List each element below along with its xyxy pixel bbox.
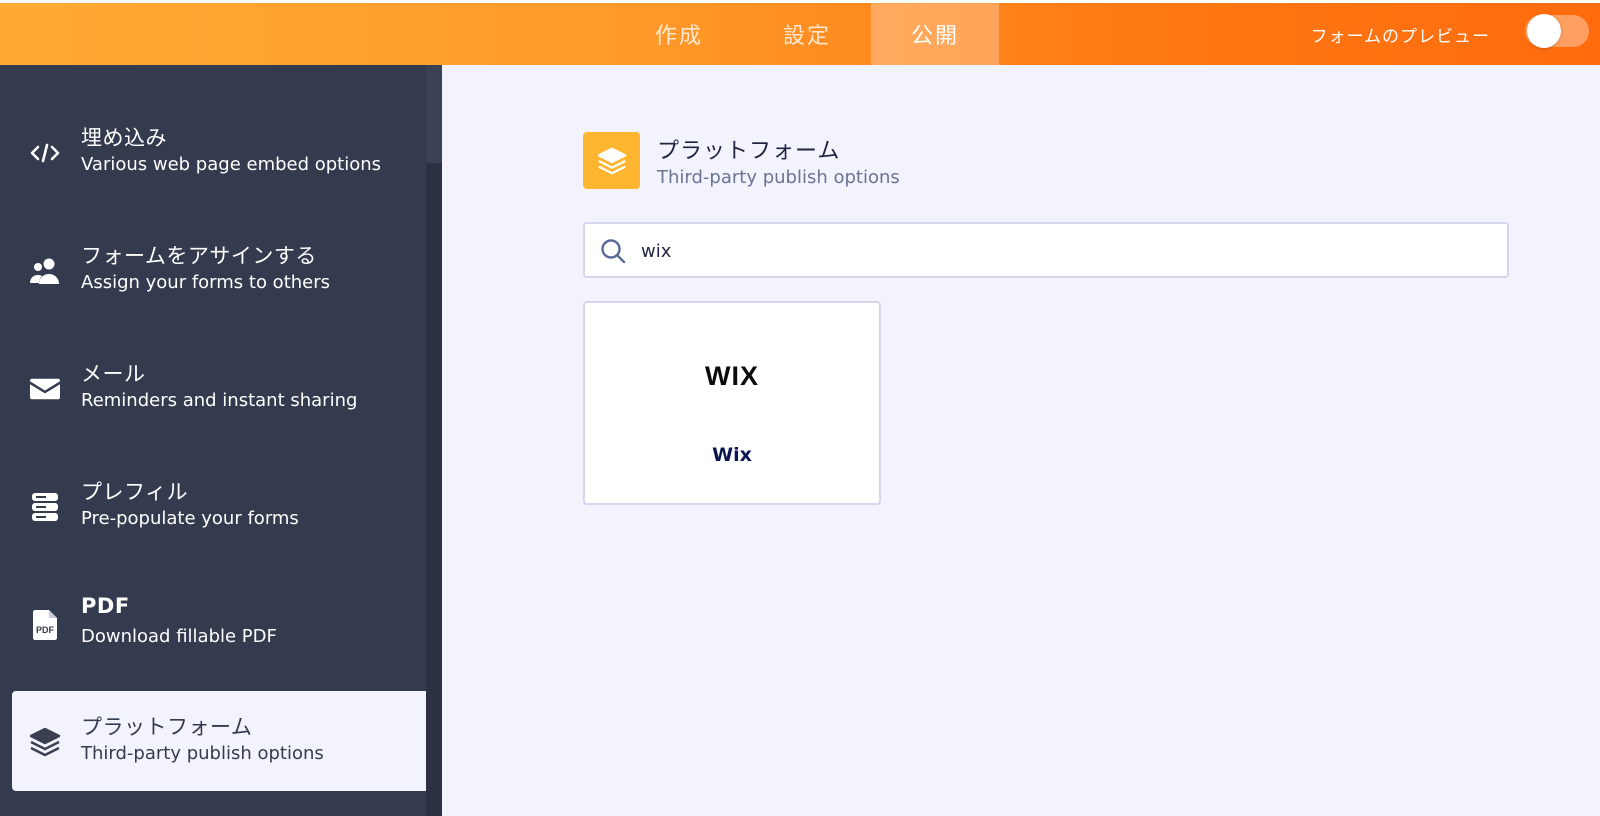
layers-icon xyxy=(28,725,62,759)
sidebar-item-title: プラットフォーム xyxy=(81,715,253,739)
platform-card-wix[interactable]: WIX Wix xyxy=(583,301,881,505)
wix-logo: WIX xyxy=(705,361,759,391)
sidebar-item-subtitle: Various web page embed options xyxy=(81,154,382,175)
sidebar-item-title: プレフィル xyxy=(81,480,189,504)
sidebar-item-subtitle: Download fillable PDF xyxy=(81,626,277,647)
tab-publish[interactable]: 公開 xyxy=(871,3,999,65)
toggle-knob xyxy=(1527,14,1561,48)
sidebar-scrollbar[interactable] xyxy=(426,65,442,816)
tab-settings[interactable]: 設定 xyxy=(743,3,871,65)
layers-icon xyxy=(597,147,626,174)
envelope-icon xyxy=(28,372,62,406)
svg-text:PDF: PDF xyxy=(36,625,55,635)
sidebar-item-subtitle: Assign your forms to others xyxy=(81,272,331,293)
sidebar-item-subtitle: Third-party publish options xyxy=(81,743,324,764)
tab-build[interactable]: 作成 xyxy=(615,3,743,65)
platform-search-box[interactable] xyxy=(583,222,1509,278)
publish-sidebar: 埋め込み Various web page embed options フォーム… xyxy=(0,65,442,816)
sidebar-item-subtitle: Pre-populate your forms xyxy=(81,508,299,529)
top-navigation-bar: 作成 設定 公開 フォームのプレビュー xyxy=(0,3,1600,65)
form-preview-label: フォームのプレビュー xyxy=(1310,26,1490,47)
form-preview-toggle[interactable] xyxy=(1525,14,1589,48)
sidebar-item-email[interactable]: メール Reminders and instant sharing xyxy=(0,338,426,438)
sidebar-item-title: PDF xyxy=(81,594,130,618)
sidebar-item-prefill[interactable]: プレフィル Pre-populate your forms xyxy=(0,456,426,556)
sidebar-item-embed[interactable]: 埋め込み Various web page embed options xyxy=(0,102,426,202)
sidebar-item-assign-forms[interactable]: フォームをアサインする Assign your forms to others xyxy=(0,220,426,320)
code-icon xyxy=(28,136,62,170)
sidebar-item-title: 埋め込み xyxy=(81,126,167,150)
page-subtitle: Third-party publish options xyxy=(657,167,900,188)
scrollbar-thumb[interactable] xyxy=(426,65,442,163)
platform-header-icon xyxy=(583,132,640,189)
sidebar-item-platforms[interactable]: プラットフォーム Third-party publish options xyxy=(12,691,426,791)
users-icon xyxy=(28,254,62,288)
sidebar-item-pdf[interactable]: PDF PDF Download fillable PDF xyxy=(0,574,426,674)
search-icon xyxy=(599,237,627,265)
sidebar-item-title: メール xyxy=(81,362,146,386)
database-icon xyxy=(28,490,62,524)
pdf-file-icon: PDF xyxy=(28,608,62,642)
page-title: プラットフォーム xyxy=(657,139,841,164)
search-input[interactable] xyxy=(641,234,1491,268)
platform-card-label: Wix xyxy=(712,444,752,466)
sidebar-item-subtitle: Reminders and instant sharing xyxy=(81,390,358,411)
sidebar-item-title: フォームをアサインする xyxy=(81,244,317,268)
